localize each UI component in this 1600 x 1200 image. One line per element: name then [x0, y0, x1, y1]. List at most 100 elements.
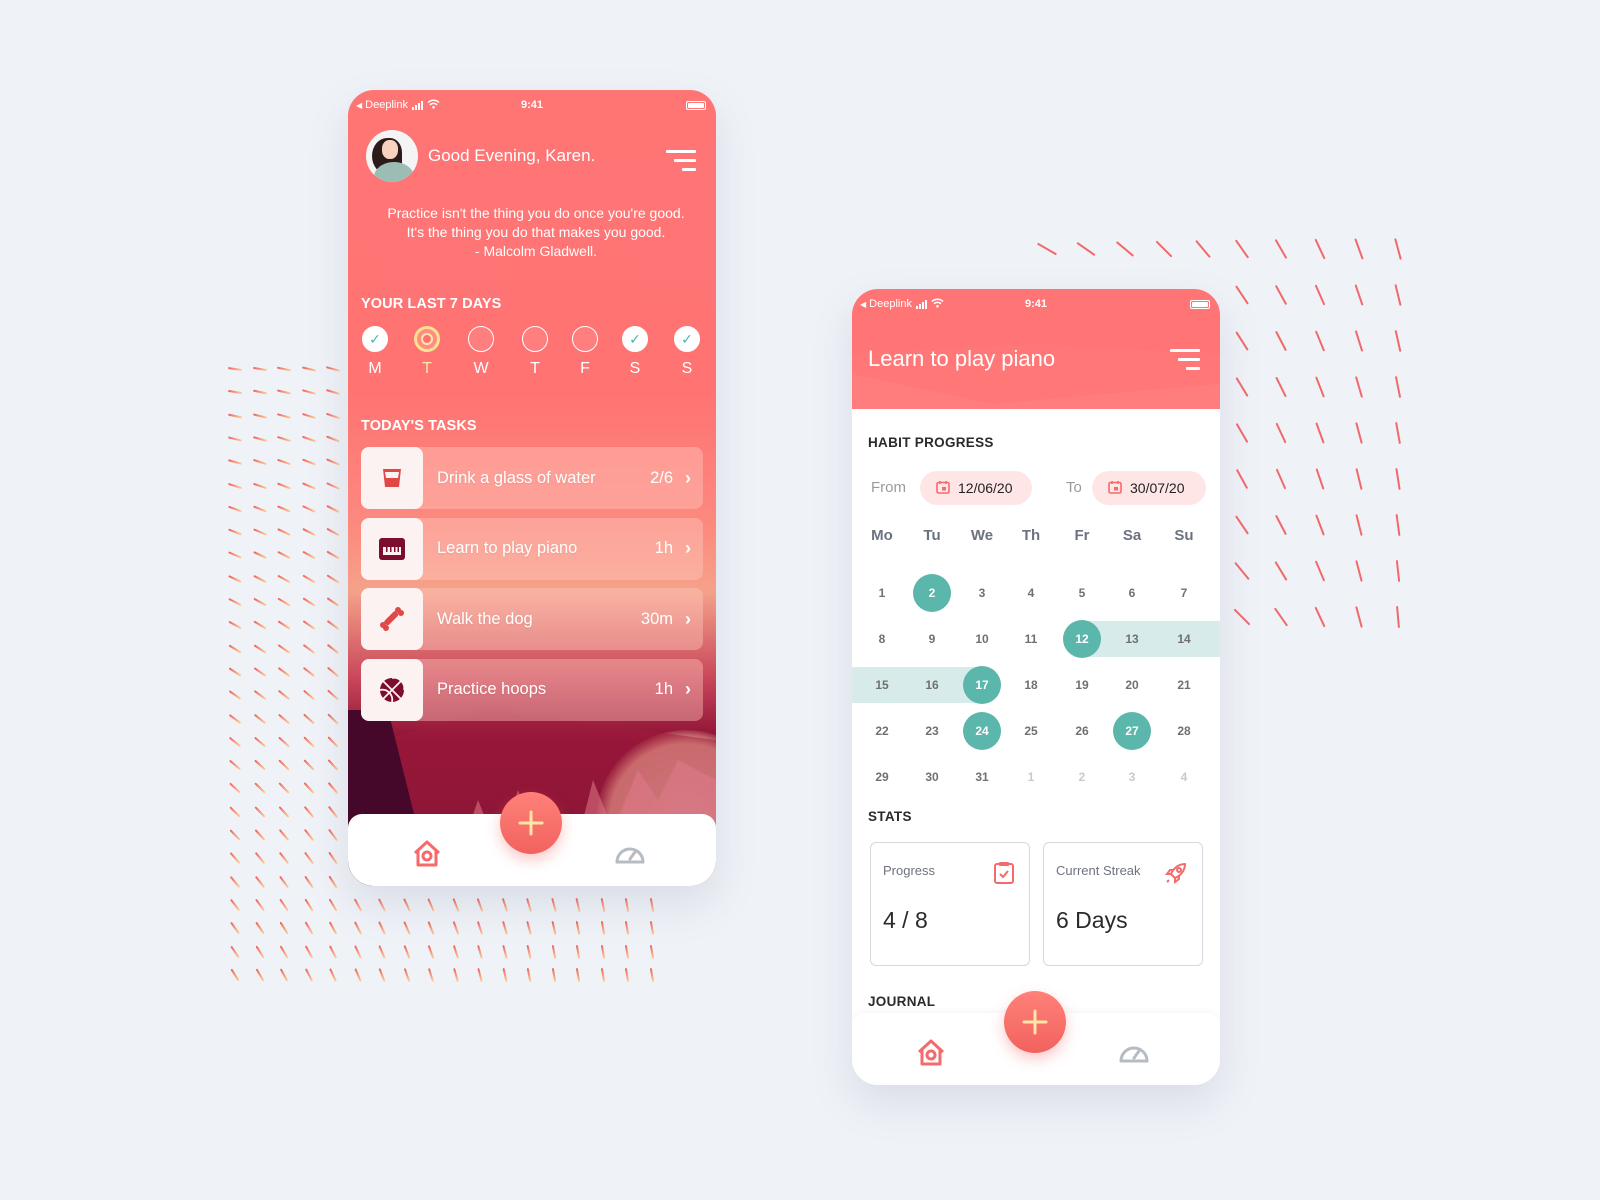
- calendar-day[interactable]: 30: [913, 758, 951, 796]
- calendar-day[interactable]: 20: [1113, 666, 1151, 704]
- day-indicator[interactable]: W: [466, 326, 496, 378]
- calendar-day[interactable]: 31: [963, 758, 1001, 796]
- calendar-day[interactable]: 1: [863, 574, 901, 612]
- calendar-day[interactable]: 2: [1063, 758, 1101, 796]
- calendar-day[interactable]: 7: [1165, 574, 1203, 612]
- menu-icon[interactable]: [666, 150, 696, 174]
- decorative-dash: [328, 851, 338, 865]
- decorative-dash: [278, 805, 290, 818]
- calendar-day[interactable]: 15: [863, 666, 901, 704]
- decorative-dash: [252, 597, 267, 607]
- home-icon[interactable]: [412, 838, 442, 873]
- to-date-picker[interactable]: 30/07/20: [1092, 471, 1206, 505]
- task-item-walk-dog[interactable]: Walk the dog 30m ›: [361, 588, 703, 650]
- day-indicator[interactable]: T: [412, 326, 442, 378]
- calendar-day-completed[interactable]: 12: [1063, 620, 1101, 658]
- decorative-dash: [1273, 607, 1289, 627]
- calendar-day[interactable]: 21: [1165, 666, 1203, 704]
- decorative-dash: [1275, 514, 1287, 536]
- carrier-label[interactable]: Deeplink: [365, 99, 408, 111]
- wifi-icon: [427, 99, 440, 112]
- day-indicator[interactable]: T: [520, 326, 550, 378]
- add-habit-button[interactable]: [1004, 991, 1066, 1053]
- back-arrow-icon[interactable]: ◀: [356, 101, 362, 110]
- day-indicator[interactable]: ✓ S: [672, 326, 702, 378]
- decorative-dash: [229, 806, 241, 818]
- decorative-dash: [403, 967, 410, 982]
- decorative-dash: [229, 898, 241, 912]
- calendar-day[interactable]: 9: [913, 620, 951, 658]
- calendar-day[interactable]: 22: [863, 712, 901, 750]
- wifi-icon: [931, 298, 944, 311]
- gauge-icon[interactable]: [614, 842, 646, 869]
- calendar-day[interactable]: 26: [1063, 712, 1101, 750]
- decorative-dash: [600, 921, 605, 936]
- calendar-day-completed[interactable]: 27: [1113, 712, 1151, 750]
- decorative-dash: [1235, 422, 1249, 444]
- calendar-day[interactable]: 11: [1012, 620, 1050, 658]
- calendar-day[interactable]: 3: [1113, 758, 1151, 796]
- carrier-label[interactable]: Deeplink: [869, 298, 912, 310]
- calendar-day[interactable]: 4: [1165, 758, 1203, 796]
- menu-icon[interactable]: [1170, 349, 1200, 373]
- task-item-piano[interactable]: Learn to play piano 1h ›: [361, 517, 703, 580]
- calendar-day[interactable]: 3: [963, 574, 1001, 612]
- decorative-dash: [1355, 422, 1363, 444]
- decorative-dash: [327, 712, 339, 725]
- add-habit-button[interactable]: [500, 792, 562, 854]
- calendar-day[interactable]: 16: [913, 666, 951, 704]
- decorative-dash: [301, 504, 316, 513]
- calendar-day[interactable]: 14: [1165, 620, 1203, 658]
- decorative-dash: [575, 921, 581, 936]
- calendar-day[interactable]: 4: [1012, 574, 1050, 612]
- decorative-dash: [228, 597, 242, 607]
- calendar-day[interactable]: 25: [1012, 712, 1050, 750]
- task-item-drink-water[interactable]: Drink a glass of water 2/6 ›: [361, 447, 703, 509]
- decorative-dash: [277, 666, 291, 677]
- gauge-icon[interactable]: [1118, 1041, 1150, 1068]
- from-date-value: 12/06/20: [958, 480, 1013, 496]
- decorative-dash: [304, 968, 313, 982]
- decorative-dash: [551, 967, 556, 982]
- back-arrow-icon[interactable]: ◀: [860, 300, 866, 309]
- decorative-dash: [228, 690, 242, 701]
- quote-line: Practice isn't the thing you do once you…: [387, 205, 685, 221]
- day-label: F: [580, 360, 590, 377]
- calendar-day[interactable]: 6: [1113, 574, 1151, 612]
- calendar-day[interactable]: 23: [913, 712, 951, 750]
- decorative-dash: [526, 897, 532, 912]
- calendar-day[interactable]: 29: [863, 758, 901, 796]
- avatar[interactable]: [366, 130, 418, 182]
- decorative-dash: [328, 875, 338, 889]
- decorative-dash: [326, 389, 340, 396]
- calendar-day[interactable]: 18: [1012, 666, 1050, 704]
- calendar-day[interactable]: 13: [1113, 620, 1151, 658]
- day-indicator[interactable]: ✓ M: [360, 326, 390, 378]
- calendar-day[interactable]: 8: [863, 620, 901, 658]
- day-indicator[interactable]: ✓ S: [620, 326, 650, 378]
- calendar-day-completed[interactable]: 17: [963, 666, 1001, 704]
- decorative-dash: [276, 366, 292, 372]
- battery-icon: [686, 101, 706, 110]
- home-icon[interactable]: [916, 1037, 946, 1072]
- decorative-dash: [1275, 422, 1287, 444]
- task-item-hoops[interactable]: Practice hoops 1h ›: [361, 658, 703, 721]
- decorative-dash: [278, 736, 290, 748]
- calendar-day[interactable]: 5: [1063, 574, 1101, 612]
- calendar-day[interactable]: 28: [1165, 712, 1203, 750]
- decorative-dash: [254, 852, 265, 865]
- decorative-dash: [1315, 514, 1325, 536]
- calendar-day[interactable]: 19: [1063, 666, 1101, 704]
- day-indicator[interactable]: F: [570, 326, 600, 378]
- decorative-dash: [228, 736, 242, 747]
- decorative-dash: [229, 782, 241, 794]
- decorative-dash: [303, 805, 314, 818]
- calendar-day[interactable]: 1: [1012, 758, 1050, 796]
- task-value: 1h: [654, 680, 673, 698]
- calendar-day[interactable]: 10: [963, 620, 1001, 658]
- calendar-day-completed[interactable]: 24: [963, 712, 1001, 750]
- calendar-day-completed[interactable]: 2: [913, 574, 951, 612]
- decorative-dash: [277, 574, 291, 583]
- chevron-right-icon: ›: [685, 679, 691, 699]
- from-date-picker[interactable]: 12/06/20: [920, 471, 1032, 505]
